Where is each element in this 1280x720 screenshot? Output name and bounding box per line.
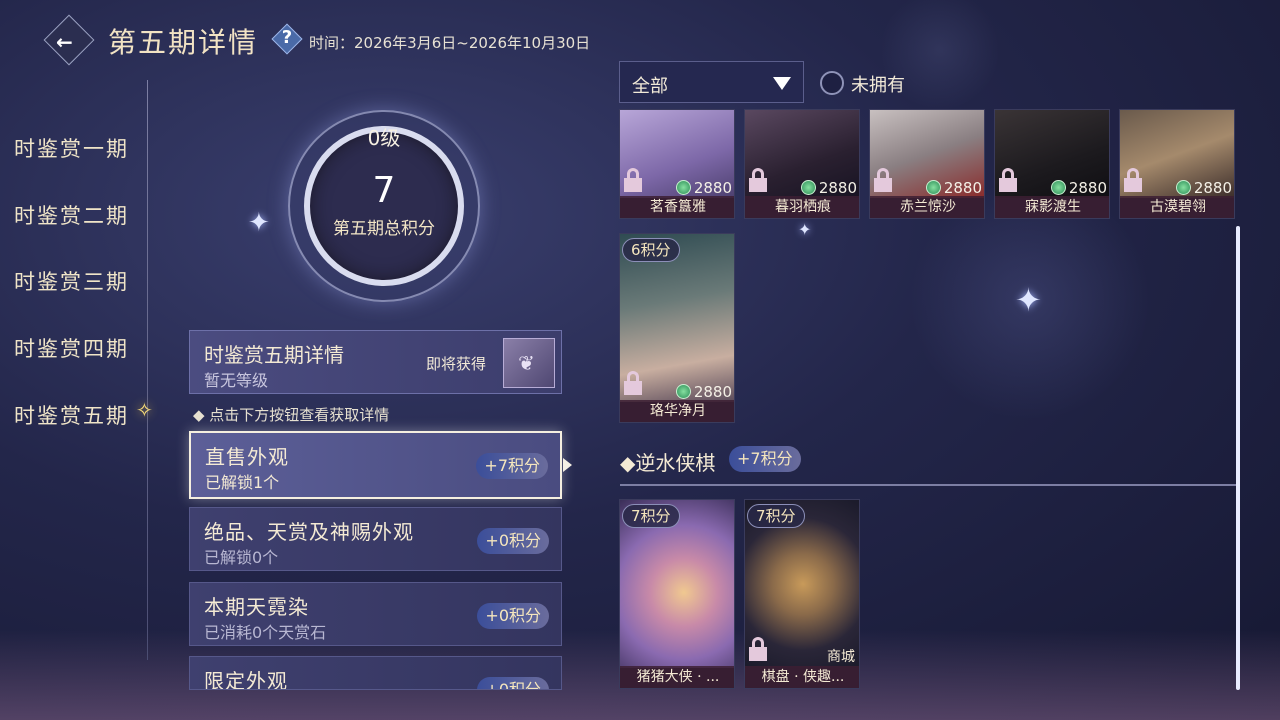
- section-title: ◆逆水侠棋: [620, 451, 716, 475]
- reward-thumbnail[interactable]: ❦: [503, 338, 555, 388]
- section-points-badge: +7积分: [729, 446, 801, 472]
- jade-coin-icon: [675, 384, 691, 399]
- item-name: 茗香簋雅: [620, 196, 734, 218]
- outfit-item[interactable]: 2880 寐影渡生: [994, 109, 1110, 219]
- section-divider: [620, 484, 1236, 486]
- sparkle-icon: ✦: [248, 208, 270, 238]
- category-limited[interactable]: 限定外观 +0积分: [189, 656, 562, 690]
- total-score-label: 第五期总积分: [333, 219, 435, 239]
- lock-icon: [624, 168, 642, 192]
- points-badge: +0积分: [477, 603, 549, 629]
- filter-dropdown[interactable]: 全部: [619, 61, 804, 103]
- chess-item[interactable]: 7积分 猪猪大侠 · ...: [619, 499, 735, 689]
- score-ring: 0级 7 第五期总积分: [288, 110, 480, 302]
- question-icon: ?: [281, 27, 293, 48]
- category-subtitle: 已解锁0个: [204, 548, 279, 567]
- points-badge: +0积分: [477, 528, 549, 554]
- sidebar-item-period-5[interactable]: 时鉴赏五期: [14, 400, 129, 430]
- lock-icon: [749, 168, 767, 192]
- item-price: 2880: [693, 383, 732, 401]
- chess-item[interactable]: 7积分 商城 棋盘 · 侠趣...: [744, 499, 860, 689]
- scrollbar[interactable]: [1236, 226, 1240, 690]
- outfit-item[interactable]: 2880 赤兰惊沙: [869, 109, 985, 219]
- item-name: 赤兰惊沙: [870, 196, 984, 218]
- item-name: 暮羽栖痕: [745, 196, 859, 218]
- item-name: 棋盘 · 侠趣...: [745, 666, 859, 688]
- item-name: 寐影渡生: [995, 196, 1109, 218]
- points-badge: +0积分: [477, 677, 549, 689]
- category-subtitle: 已消耗0个天赏石: [204, 623, 327, 642]
- filter-value: 全部: [632, 76, 668, 97]
- sidebar-item-period-4[interactable]: 时鉴赏四期: [14, 333, 129, 363]
- lock-icon: [749, 637, 767, 661]
- category-title: 直售外观: [205, 445, 289, 469]
- active-arrow-icon: [563, 458, 572, 472]
- unowned-radio[interactable]: [820, 71, 844, 95]
- jade-coin-icon: [925, 180, 941, 195]
- points-tag: 7积分: [622, 504, 680, 528]
- sparkle-icon: ✦: [1015, 281, 1042, 319]
- back-button[interactable]: ←: [43, 14, 95, 66]
- category-title: 限定外观: [204, 669, 288, 690]
- sidebar-item-period-2[interactable]: 时鉴赏二期: [14, 200, 129, 230]
- item-name: 珞华净月: [620, 400, 734, 422]
- unowned-label[interactable]: 未拥有: [851, 71, 905, 97]
- lock-icon: [624, 371, 642, 395]
- detail-subtitle: 暂无等级: [204, 371, 269, 390]
- outfit-item[interactable]: 2880 茗香簋雅: [619, 109, 735, 219]
- detail-title: 时鉴赏五期详情: [204, 343, 344, 367]
- item-price: 2880: [943, 179, 982, 197]
- item-name: 古漠碧翎: [1120, 196, 1234, 218]
- sparkle-icon: ✦: [798, 220, 812, 239]
- soon-label: 即将获得: [426, 355, 487, 373]
- category-dye[interactable]: 本期天霓染 已消耗0个天赏石 +0积分: [189, 582, 562, 646]
- category-title: 绝品、天赏及神赐外观: [204, 520, 414, 544]
- time-range-label: 时间：2026年3月6日~2026年10月30日: [309, 34, 591, 52]
- lock-icon: [874, 168, 892, 192]
- outfit-item[interactable]: 2880 古漠碧翎: [1119, 109, 1235, 219]
- chevron-down-icon: [773, 77, 791, 90]
- points-tag: 6积分: [622, 238, 680, 262]
- jade-coin-icon: [675, 180, 691, 195]
- item-price: 2880: [693, 179, 732, 197]
- sidebar-divider: [147, 80, 148, 660]
- level-text: 0级: [367, 126, 401, 150]
- help-button[interactable]: ?: [271, 23, 303, 55]
- active-indicator-icon: ✧: [136, 398, 153, 422]
- category-premium[interactable]: 绝品、天赏及神赐外观 已解锁0个 +0积分: [189, 507, 562, 571]
- sidebar-item-period-3[interactable]: 时鉴赏三期: [14, 266, 129, 296]
- sidebar-item-period-1[interactable]: 时鉴赏一期: [14, 133, 129, 163]
- lock-icon: [1124, 168, 1142, 192]
- jade-coin-icon: [800, 180, 816, 195]
- shop-label: 商城: [827, 649, 855, 665]
- category-direct-sale[interactable]: 直售外观 已解锁1个 +7积分: [189, 431, 562, 499]
- page-title: 第五期详情: [108, 26, 259, 59]
- item-price: 2880: [818, 179, 857, 197]
- hint-text: ◆ 点击下方按钮查看获取详情: [193, 406, 390, 424]
- outfit-item-featured[interactable]: 6积分 2880 珞华净月: [619, 233, 735, 423]
- category-title: 本期天霓染: [204, 595, 309, 619]
- back-arrow-icon: ←: [56, 30, 73, 54]
- jade-coin-icon: [1050, 180, 1066, 195]
- wing-icon: ❦: [518, 351, 535, 375]
- item-price: 2880: [1068, 179, 1107, 197]
- item-price: 2880: [1193, 179, 1232, 197]
- lock-icon: [999, 168, 1017, 192]
- jade-coin-icon: [1175, 180, 1191, 195]
- item-name: 猪猪大侠 · ...: [620, 666, 734, 688]
- category-subtitle: 已解锁1个: [205, 473, 280, 492]
- period-detail-card[interactable]: 时鉴赏五期详情 暂无等级 即将获得 ❦: [189, 330, 562, 394]
- points-badge: +7积分: [476, 453, 548, 479]
- outfit-item[interactable]: 2880 暮羽栖痕: [744, 109, 860, 219]
- points-tag: 7积分: [747, 504, 805, 528]
- total-score: 7: [372, 170, 396, 211]
